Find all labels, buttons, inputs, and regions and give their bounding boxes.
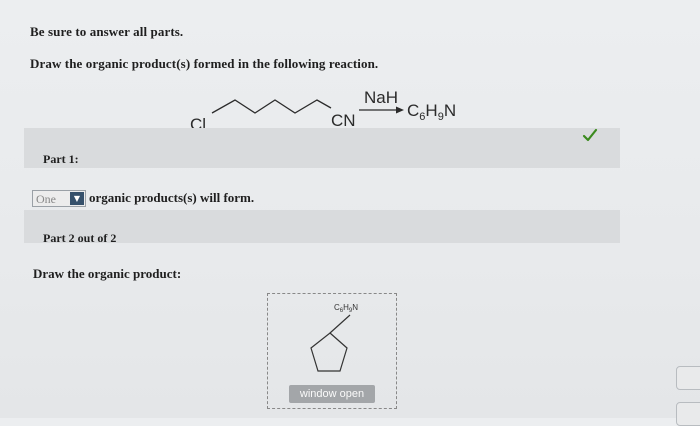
product-formula: C6H9N: [407, 101, 456, 123]
checkmark-icon: [582, 128, 598, 142]
side-button[interactable]: [676, 402, 700, 426]
part2-label: Part 2 out of 2: [43, 231, 117, 245]
window-open-button[interactable]: window open: [289, 385, 375, 403]
reagent-label: NaH: [364, 88, 398, 107]
part1-label: Part 1:: [43, 152, 79, 166]
product-count-select[interactable]: One ▼: [32, 190, 86, 207]
cyclopentane-ring: [310, 332, 348, 372]
reaction-scheme: Cl CN NaH C6H9N: [190, 88, 456, 134]
side-button[interactable]: [676, 366, 700, 390]
canvas-formula: C6H9N: [334, 303, 358, 314]
carbon-chain: [211, 99, 332, 114]
arrow-head: [396, 106, 404, 114]
select-suffix-text: organic products(s) will form.: [89, 190, 255, 205]
draw-prompt: Draw the organic product:: [33, 266, 182, 281]
select-value: One: [36, 192, 56, 206]
caret-down-icon: ▼: [70, 192, 84, 205]
part1-header: [24, 128, 620, 168]
